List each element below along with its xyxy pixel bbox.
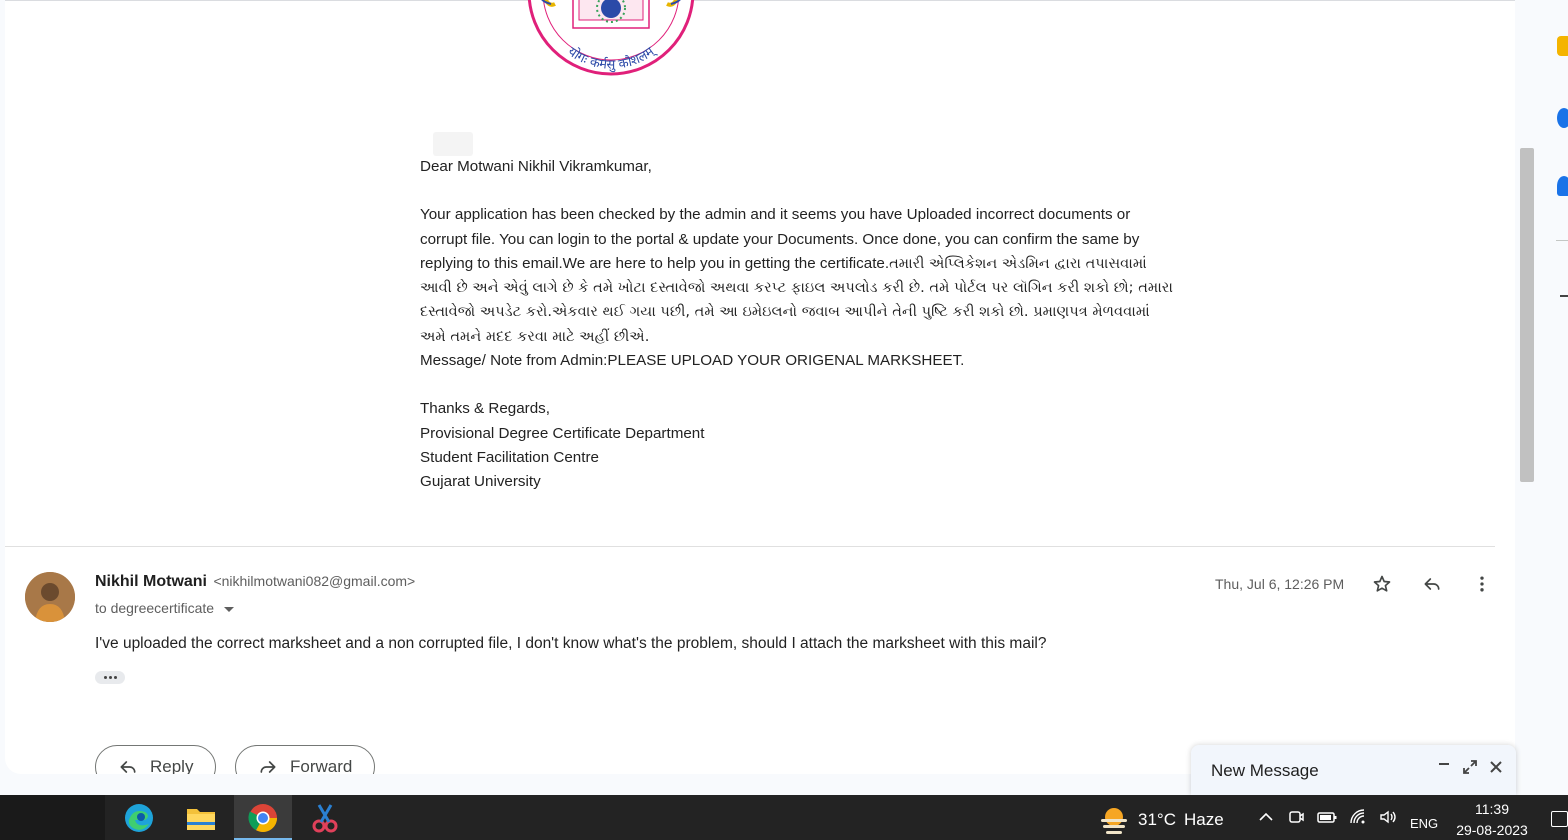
sender-email: <nikhilmotwani082@gmail.com> xyxy=(213,573,416,589)
clock[interactable]: 11:39 29-08-2023 xyxy=(1452,799,1532,840)
top-divider xyxy=(5,0,1515,1)
rail-divider xyxy=(1556,240,1568,241)
notifications-icon[interactable] xyxy=(1551,811,1568,827)
sender-name[interactable]: Nikhil Motwani xyxy=(95,573,207,590)
weather-description: Haze xyxy=(1183,810,1224,829)
close-icon[interactable] xyxy=(1488,759,1504,775)
scrollbar-thumb[interactable] xyxy=(1520,148,1534,482)
email-greeting: Dear Motwani Nikhil Vikramkumar, xyxy=(420,158,652,175)
signature-line: Provisional Degree Certificate Departmen… xyxy=(420,424,705,442)
haze-sun-icon xyxy=(1101,808,1127,834)
hidden-image-placeholder xyxy=(433,132,473,156)
sender-line: Nikhil Motwani <nikhilmotwani082@gmail.c… xyxy=(95,573,415,591)
expand-icon[interactable] xyxy=(1462,759,1478,775)
compose-window[interactable]: New Message xyxy=(1191,745,1516,795)
reply-button[interactable]: Reply xyxy=(95,745,217,774)
contacts-icon[interactable] xyxy=(1557,176,1568,196)
email-body: Dear Motwani Nikhil Vikramkumar, Your ap… xyxy=(420,155,1180,495)
system-tray xyxy=(1256,807,1398,827)
reply-icon[interactable] xyxy=(1416,568,1448,600)
recipients-label: to degreecertificate xyxy=(95,600,215,616)
minimize-icon[interactable] xyxy=(1436,759,1452,775)
message-divider xyxy=(5,546,1495,547)
signature-line: Thanks & Regards, xyxy=(420,400,550,418)
gujarat-university-logo: योगः कर्मसु कौशलम् xyxy=(527,0,695,76)
email-paragraph: Your application has been checked by the… xyxy=(420,203,1180,349)
file-explorer-icon[interactable] xyxy=(172,795,230,840)
reply-icon xyxy=(120,761,136,773)
chevron-down-icon[interactable] xyxy=(224,606,235,612)
volume-icon[interactable] xyxy=(1378,807,1398,827)
wifi-icon[interactable] xyxy=(1348,807,1368,827)
signature-line: Gujarat University xyxy=(420,473,541,491)
compose-title[interactable]: New Message xyxy=(1211,761,1319,781)
signature-line: Student Facilitation Centre xyxy=(420,448,599,466)
clock-time: 11:39 xyxy=(1475,801,1509,817)
reply-button-label: Reply xyxy=(150,757,194,774)
reply-message-text: I've uploaded the correct marksheet and … xyxy=(95,635,1047,652)
weather-widget[interactable]: 31°C Haze xyxy=(1098,805,1224,835)
forward-button[interactable]: Forward xyxy=(235,745,376,774)
edge-browser-icon[interactable] xyxy=(110,795,168,840)
battery-icon[interactable] xyxy=(1316,807,1338,827)
meet-now-icon[interactable] xyxy=(1286,807,1306,827)
recipients-line[interactable]: to degreecertificate xyxy=(95,600,235,616)
taskbar: 31°C Haze ENG 11:39 29-08-2023 xyxy=(0,795,1568,840)
forward-icon xyxy=(260,761,276,773)
chrome-browser-icon[interactable] xyxy=(234,795,292,840)
message-date: Thu, Jul 6, 12:26 PM xyxy=(1215,576,1345,592)
email-thread-pane: योगः कर्मसु कौशलम् Dear Motwani Nikhil V… xyxy=(5,0,1515,774)
more-options-icon[interactable] xyxy=(1466,568,1498,600)
chevron-up-icon[interactable] xyxy=(1256,807,1276,827)
taskbar-left-area xyxy=(0,795,105,840)
compose-controls xyxy=(1436,759,1504,775)
add-addon-icon[interactable] xyxy=(1560,295,1568,297)
input-language[interactable]: ENG xyxy=(1410,816,1438,831)
star-icon[interactable] xyxy=(1366,568,1398,600)
forward-button-label: Forward xyxy=(290,757,353,774)
admin-note: Message/ Note from Admin:PLEASE UPLOAD Y… xyxy=(420,352,965,370)
calendar-icon[interactable] xyxy=(1557,36,1568,56)
show-trimmed-content-button[interactable] xyxy=(95,671,125,684)
keep-icon[interactable] xyxy=(1557,108,1568,128)
snipping-tool-icon[interactable] xyxy=(296,795,354,840)
weather-temperature: 31°C xyxy=(1138,810,1176,829)
avatar[interactable] xyxy=(25,572,75,622)
clock-date: 29-08-2023 xyxy=(1456,822,1528,838)
